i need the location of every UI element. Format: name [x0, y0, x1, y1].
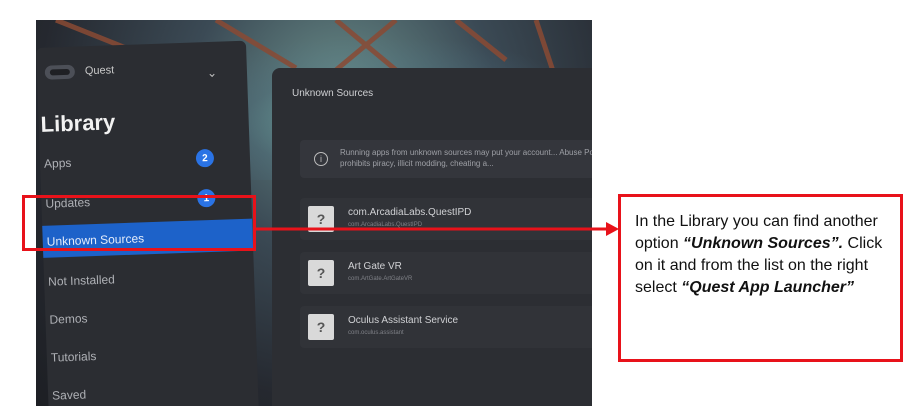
callout-text: In the Library you can find another opti…	[635, 211, 885, 299]
instruction-callout: In the Library you can find another opti…	[618, 194, 903, 362]
callout-emphasis-1: “Unknown Sources”.	[683, 235, 844, 252]
callout-emphasis-2: “Quest App Launcher”	[681, 279, 855, 296]
